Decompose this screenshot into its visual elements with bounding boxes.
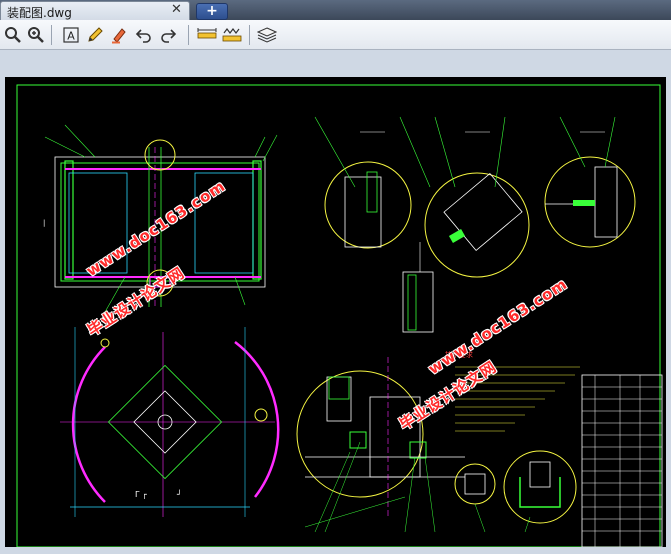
zoom-window-icon[interactable] (25, 24, 47, 46)
cad-drawing[interactable]: | Γ ┌ ┘ 技术要求 www.doc163.com 毕业设计论文网 www.… (5, 77, 666, 548)
tab-drawing[interactable]: 装配图.dwg ✕ (0, 1, 190, 20)
title-block (581, 374, 663, 548)
svg-text:┘: ┘ (176, 489, 182, 499)
redo-icon[interactable] (157, 24, 179, 46)
close-icon[interactable]: ✕ (171, 2, 182, 17)
drawing-viewport[interactable]: | Γ ┌ ┘ 技术要求 www.doc163.com 毕业设计论文网 www.… (0, 50, 671, 554)
text-icon[interactable]: A (60, 24, 82, 46)
measure-icon[interactable] (196, 24, 218, 46)
detail-views-bottom (454, 450, 577, 533)
toolbar-separator (249, 25, 250, 45)
highlighter-icon[interactable] (108, 24, 130, 46)
add-tab-icon[interactable]: + (196, 3, 228, 20)
motor-section-view: 技术要求 (296, 350, 580, 533)
toolbar: A (0, 20, 671, 50)
toolbar-separator (51, 25, 52, 45)
zoom-icon[interactable] (2, 24, 24, 46)
pencil-icon[interactable] (84, 24, 106, 46)
undo-icon[interactable] (133, 24, 155, 46)
measure-multi-icon[interactable] (221, 24, 243, 46)
layers-icon[interactable] (256, 24, 278, 46)
plan-view: Γ ┌ ┘ (60, 327, 280, 517)
tab-bar: 装配图.dwg ✕ + (0, 0, 671, 20)
detail-views-top (314, 116, 636, 278)
shaft-part-view (402, 242, 434, 333)
tab-title: 装配图.dwg (7, 6, 72, 20)
cad-viewer-window: 装配图.dwg ✕ + A | Γ ┌ ┘ 技术要求 www.doc163.co… (0, 0, 671, 554)
svg-text:Γ ┌: Γ ┌ (135, 490, 147, 500)
svg-text:|: | (43, 219, 45, 227)
svg-text:A: A (67, 30, 75, 43)
toolbar-separator (188, 25, 189, 45)
